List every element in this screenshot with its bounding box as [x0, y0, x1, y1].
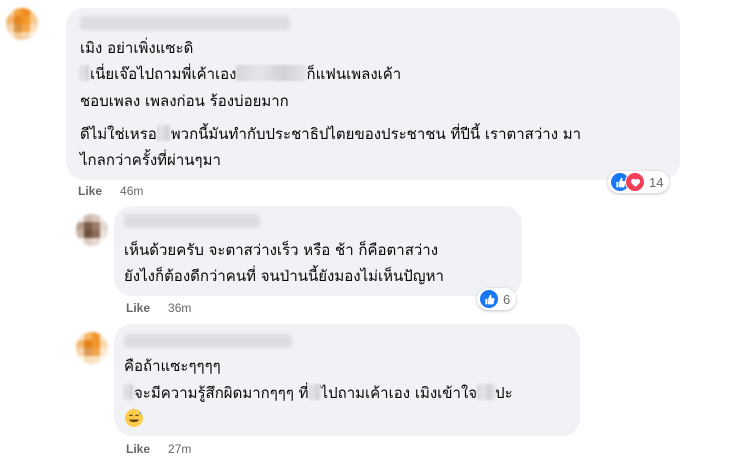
comment-text: ยังไงก็ต้องดีกว่าคนที่ จนป่านนี้ยังมองไม…	[124, 267, 444, 285]
comment-text-line: ชอบเพลง เพลงก่อน ร้องบ่อยมาก	[80, 91, 289, 111]
love-icon	[625, 172, 645, 192]
reaction-summary[interactable]: 14	[608, 171, 670, 193]
comment-text: เนี่ยเจ๊อไปถามพี่เค้าเอง	[90, 65, 237, 83]
comment-text: ไปถามเค้าเอง เมิงเข้าใจ	[320, 384, 478, 402]
comment-text: เห็นด้วยครับ จะตาสว่างเร็ว หรือ ช้า ก็คื…	[124, 241, 439, 259]
comment-actions: Like 46m	[78, 184, 143, 198]
redacted-text	[80, 65, 90, 81]
comment-text-line: เมิง อย่าเพิ่งแซะดิ	[80, 38, 193, 58]
reaction-summary[interactable]: 6	[477, 288, 517, 310]
like-link[interactable]: Like	[78, 184, 102, 198]
comment-text-line: คือถ้าแซะๆๆๆๆ	[124, 356, 221, 376]
comment-text: จะมีความรู้สึกผิดมากๆๆๆ ที่	[134, 384, 309, 402]
author-name[interactable]	[124, 214, 260, 228]
redacted-text	[236, 65, 307, 81]
comment-text-line: เนี่ยเจ๊อไปถามพี่เค้าเอง ก็แฟนเพลงเค้า	[80, 64, 401, 84]
comment-text: ปะ	[495, 384, 513, 402]
redacted-text	[124, 384, 134, 400]
reaction-count: 14	[649, 174, 664, 190]
comment-time[interactable]: 46m	[120, 184, 143, 198]
redacted-text	[308, 384, 321, 400]
comment-text-line	[124, 408, 144, 433]
author-name[interactable]	[80, 16, 290, 30]
comment-actions: Like 27m	[126, 442, 191, 456]
author-name[interactable]	[124, 334, 292, 348]
comment-text: ดีไม่ใช่เหรอ	[80, 125, 157, 143]
reaction-count: 6	[503, 291, 511, 307]
comment-text: ชอบเพลง เพลงก่อน ร้องบ่อยมาก	[80, 92, 289, 110]
comment-actions: Like 36m	[126, 301, 191, 315]
comment-text: คือถ้าแซะๆๆๆๆ	[124, 357, 221, 375]
comment-text-line: ดีไม่ใช่เหรอ พวกนี้มันทำกับประชาธิปไตยของ…	[80, 124, 581, 144]
comment-text: พวกนี้มันทำกับประชาธิปไตยของประชาชน ที่ป…	[170, 125, 582, 143]
grinning-sweat-emoji	[124, 408, 144, 428]
comment-time[interactable]: 27m	[168, 442, 191, 456]
comment-text: เมิง อย่าเพิ่งแซะดิ	[80, 39, 194, 57]
comment-text-line: จะมีความรู้สึกผิดมากๆๆๆ ที่ ไปถามเค้าเอง …	[124, 383, 513, 403]
comment-text-line: ยังไงก็ต้องดีกว่าคนที่ จนป่านนี้ยังมองไม…	[124, 266, 444, 286]
avatar[interactable]	[76, 214, 108, 246]
comment-text: ไกลกว่าครั้งที่ผ่านๆมา	[80, 151, 221, 169]
comment-text-line: ไกลกว่าครั้งที่ผ่านๆมา	[80, 150, 221, 170]
comment-text: ก็แฟนเพลงเค้า	[306, 65, 402, 83]
avatar[interactable]	[6, 8, 38, 40]
redacted-text	[156, 125, 171, 141]
comment-time[interactable]: 36m	[168, 301, 191, 315]
avatar[interactable]	[76, 332, 108, 364]
redacted-text	[477, 384, 496, 400]
like-icon	[479, 289, 499, 309]
like-link[interactable]: Like	[126, 301, 150, 315]
comment-text-line: เห็นด้วยครับ จะตาสว่างเร็ว หรือ ช้า ก็คื…	[124, 240, 438, 260]
like-link[interactable]: Like	[126, 442, 150, 456]
